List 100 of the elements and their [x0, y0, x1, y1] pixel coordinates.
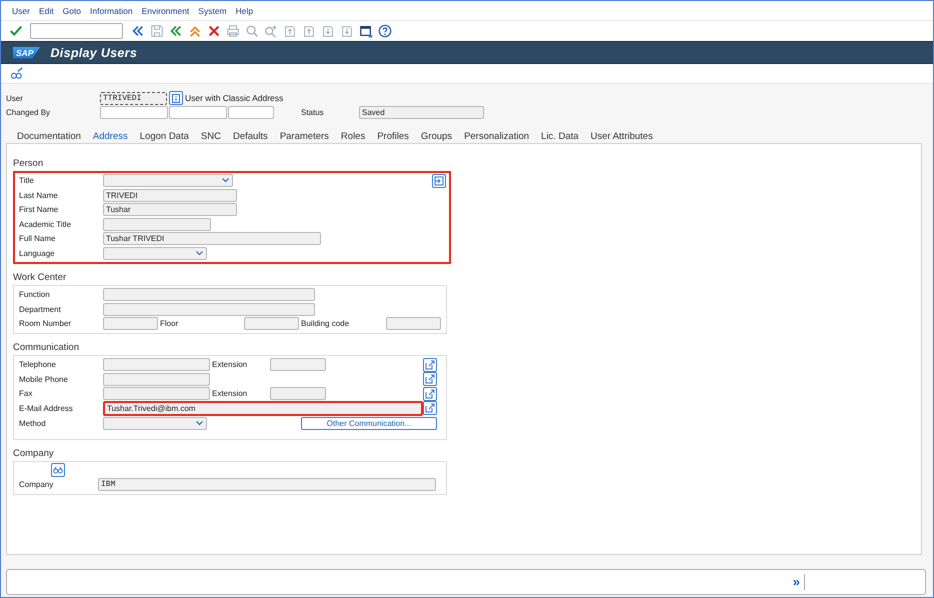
input-field[interactable] — [103, 288, 315, 301]
chevron-down-icon — [196, 250, 203, 256]
field-label: Status — [301, 108, 325, 116]
search-icon[interactable] — [245, 24, 259, 38]
field-label: Company — [19, 480, 54, 490]
input-field[interactable]: TRIVEDI — [103, 188, 237, 202]
input-field[interactable] — [228, 106, 274, 118]
expand-button[interactable]: » — [792, 574, 805, 590]
section-title: Person — [13, 158, 44, 170]
page-icon[interactable] — [321, 24, 335, 38]
checkmark-icon[interactable] — [9, 24, 23, 38]
menu-item[interactable]: Environment — [142, 6, 190, 16]
input-field[interactable] — [103, 317, 158, 330]
field-label: Extension — [211, 389, 248, 398]
input-field[interactable]: Tushar — [103, 203, 237, 216]
input-field[interactable] — [244, 317, 299, 330]
back-icon[interactable] — [169, 24, 183, 38]
print-icon[interactable] — [226, 24, 240, 38]
input-field[interactable] — [103, 218, 211, 231]
field-label: First Name — [19, 205, 60, 214]
field-label: Building code — [300, 319, 350, 328]
field-label: Method — [19, 418, 47, 428]
input-field[interactable] — [103, 358, 210, 372]
page-icon[interactable] — [302, 24, 316, 38]
field-label: Changed By — [6, 108, 52, 116]
input-field[interactable] — [103, 302, 315, 316]
double-chevron-left-icon[interactable] — [131, 24, 145, 38]
new-window-icon[interactable] — [359, 24, 373, 38]
user-type-text: User with Classic Address — [185, 93, 284, 103]
field-label: Full Name — [19, 234, 56, 244]
field-label: Mobile Phone — [19, 374, 69, 384]
input-field[interactable]: TTRIVEDI — [100, 92, 167, 104]
section-title: Company — [13, 448, 55, 460]
input-field[interactable]: Tushar TRIVEDI — [103, 232, 321, 246]
input-field[interactable] — [103, 387, 210, 400]
field-label: E-Mail Address — [19, 404, 74, 413]
menu-item[interactable]: System — [198, 6, 227, 16]
save-icon[interactable] — [150, 24, 164, 38]
input-field[interactable] — [270, 387, 326, 400]
external-box-icon[interactable] — [423, 386, 437, 401]
page-icon[interactable] — [283, 24, 297, 38]
cancel-icon[interactable] — [207, 24, 221, 38]
section-title: Communication — [13, 342, 80, 354]
field-label: Fax — [19, 389, 34, 398]
input-field[interactable]: Tushar.Trivedi@ibm.com — [103, 400, 423, 416]
field-label: Extension — [211, 360, 248, 370]
command-field[interactable] — [30, 23, 123, 39]
menu-item[interactable]: Information — [90, 6, 133, 16]
tab[interactable]: Logon Data — [140, 131, 189, 143]
input-field[interactable] — [169, 106, 227, 118]
external-box-icon[interactable] — [423, 372, 437, 386]
help-icon[interactable] — [378, 24, 392, 38]
tab[interactable]: SNC — [200, 131, 221, 143]
glasses-pencil-icon[interactable] — [10, 66, 24, 80]
input-field[interactable]: Saved — [359, 106, 484, 118]
menu-item[interactable]: Goto — [62, 6, 82, 16]
field-label: User — [6, 94, 24, 102]
field-label: Telephone — [19, 360, 57, 370]
tab[interactable]: User Attributes — [590, 131, 653, 143]
field-label: Title — [19, 176, 35, 185]
tab[interactable]: Roles — [340, 131, 366, 143]
external-box-icon[interactable] — [423, 401, 437, 416]
menu-item[interactable]: Help — [236, 6, 254, 16]
tab[interactable]: Parameters — [280, 131, 329, 143]
tab[interactable]: Documentation — [17, 131, 81, 143]
tab[interactable]: Profiles — [377, 131, 409, 143]
input-field[interactable] — [100, 106, 168, 118]
field-label: Function — [19, 290, 51, 299]
input-field[interactable] — [270, 358, 326, 372]
dropdown-field[interactable] — [103, 246, 207, 260]
sap-logo: SAP — [13, 46, 40, 58]
tab[interactable]: Defaults — [232, 131, 268, 143]
field-label: Last Name — [19, 190, 59, 200]
chevron-down-icon — [196, 420, 203, 426]
input-field[interactable]: IBM — [98, 478, 436, 492]
external-box-icon[interactable] — [423, 358, 437, 372]
menu-item[interactable]: Edit — [38, 6, 54, 16]
tab[interactable]: Lic. Data — [541, 131, 579, 143]
field-label: Academic Title — [19, 220, 72, 229]
field-label: Room Number — [19, 319, 72, 328]
window-title: Display Users — [50, 46, 138, 60]
input-field[interactable] — [103, 372, 210, 386]
search-next-icon[interactable] — [264, 24, 278, 38]
dropdown-field[interactable] — [103, 416, 207, 430]
glasses-icon[interactable] — [51, 463, 65, 478]
field-label: Floor — [159, 319, 180, 328]
info-icon[interactable] — [169, 91, 183, 105]
input-field[interactable] — [386, 317, 441, 330]
exit-icon[interactable] — [188, 24, 202, 38]
field-label: Department — [19, 304, 62, 314]
other-communication-button[interactable]: Other Communication... — [301, 416, 437, 430]
section-title: Work Center — [13, 272, 68, 284]
tab[interactable]: Personalization — [464, 131, 530, 143]
menu-item[interactable]: User — [12, 6, 30, 16]
dropdown-field[interactable] — [103, 174, 233, 187]
insert-box-icon[interactable] — [432, 174, 446, 188]
field-label: Language — [19, 248, 56, 258]
tab[interactable]: Groups — [420, 131, 452, 143]
chevron-down-icon — [222, 178, 229, 183]
page-icon[interactable] — [340, 24, 354, 38]
